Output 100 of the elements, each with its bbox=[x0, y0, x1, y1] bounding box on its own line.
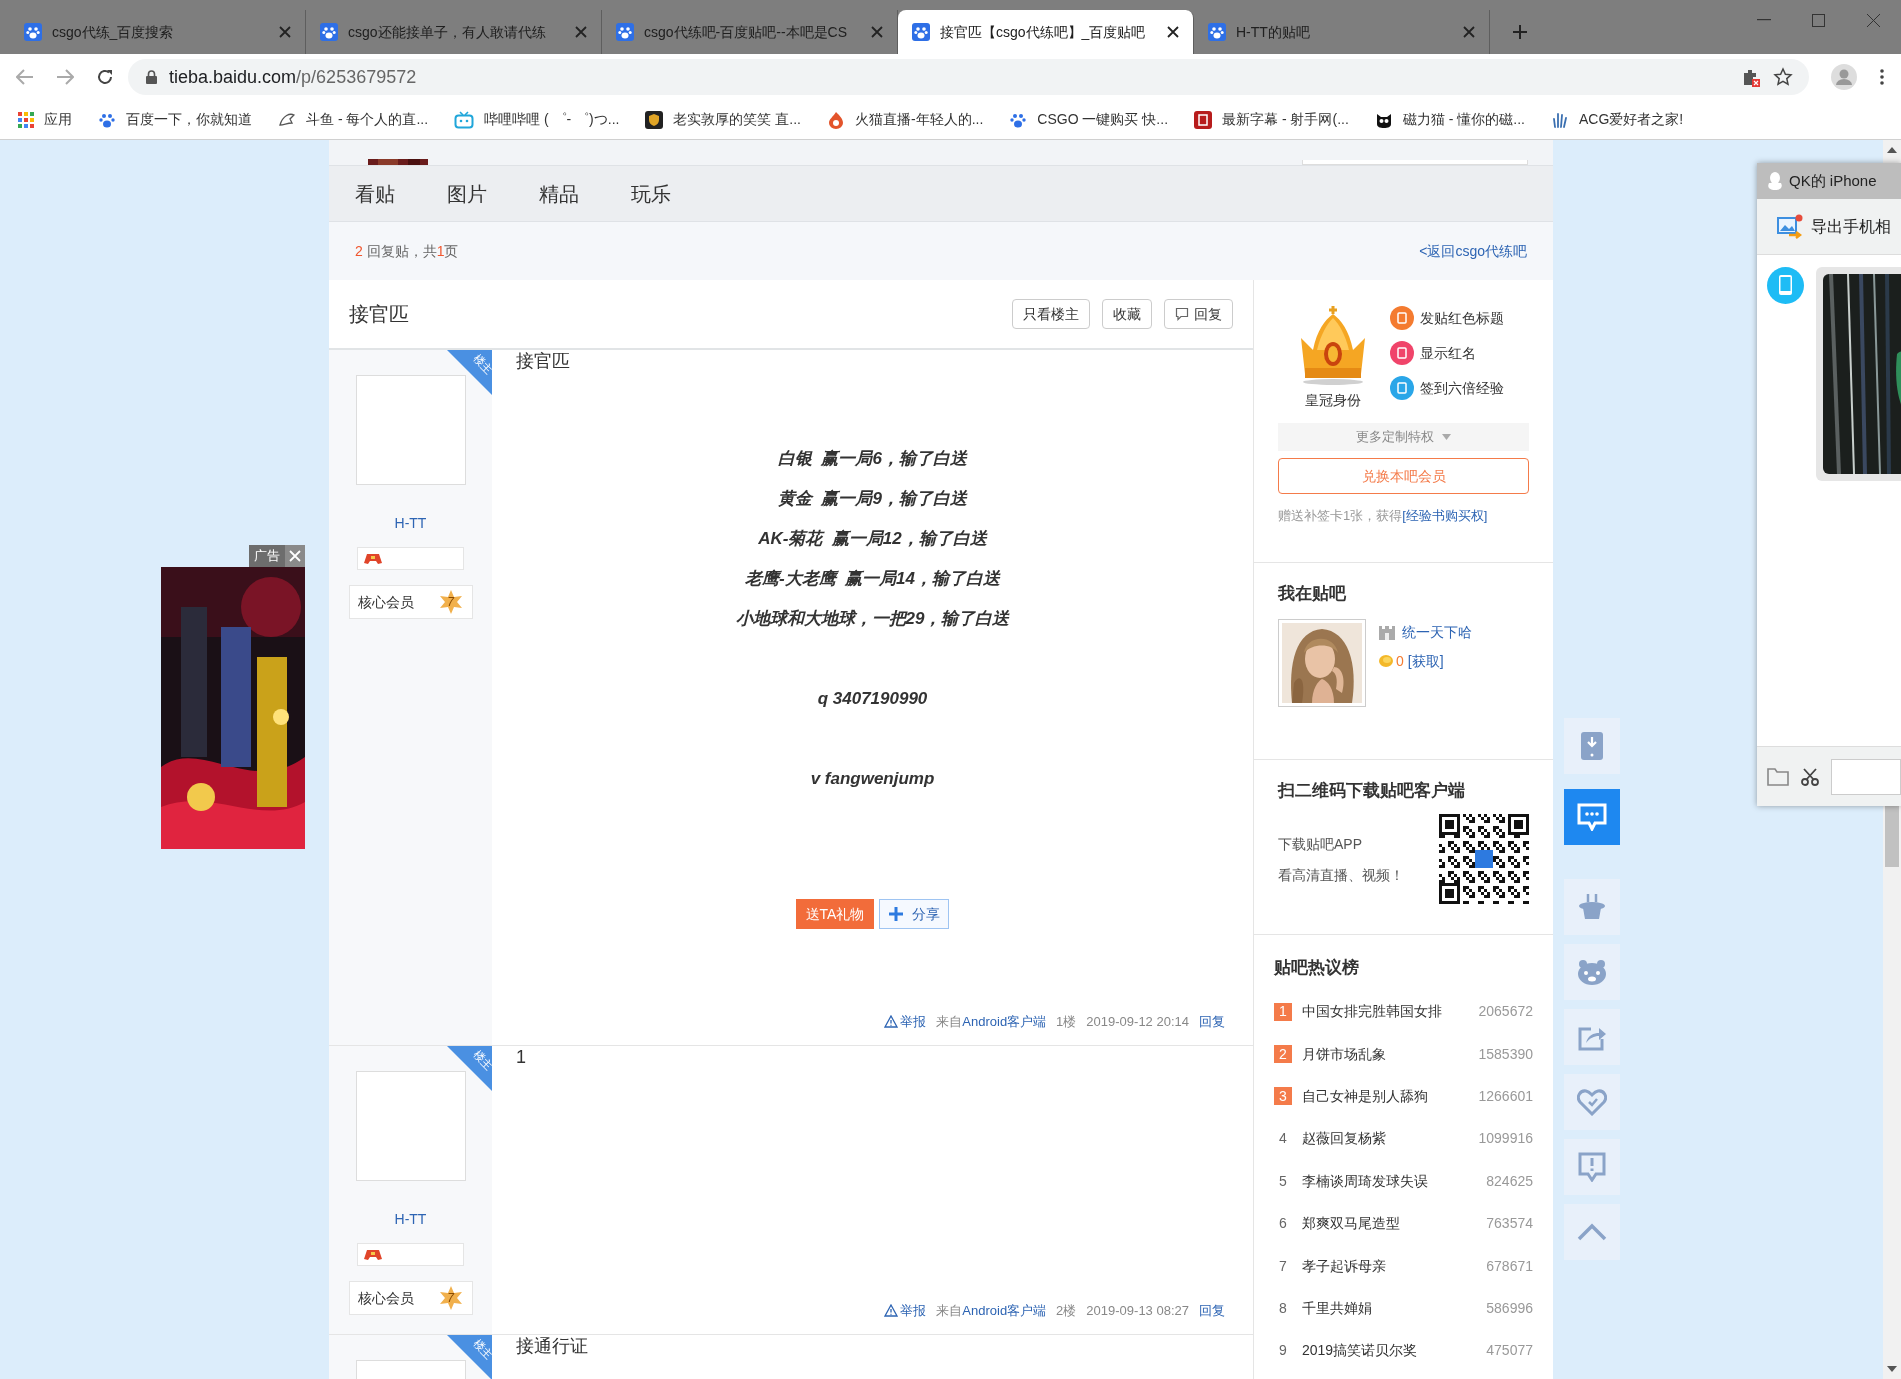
close-button[interactable] bbox=[285, 545, 305, 567]
hot-topic-link[interactable]: 孝子起诉母亲 bbox=[1302, 1255, 1386, 1277]
post-line: 黄金 赢一局9，输了白送 bbox=[778, 488, 967, 510]
bookmark[interactable]: 应用 bbox=[18, 109, 72, 130]
post-line: AK-菊花 赢一局12，输了白送 bbox=[758, 528, 987, 550]
alert-bubble-icon bbox=[1578, 1152, 1606, 1182]
bookmark[interactable]: 斗鱼 - 每个人的直... bbox=[278, 109, 429, 130]
apps-grid-icon bbox=[18, 111, 34, 128]
forward-icon[interactable] bbox=[56, 69, 74, 85]
forum-tab[interactable]: 看贴 bbox=[355, 178, 395, 209]
bookmark[interactable]: 磁力猫 - 懂你的磁... bbox=[1374, 109, 1525, 130]
forum-tab[interactable]: 精品 bbox=[539, 178, 579, 209]
bear-icon bbox=[1577, 959, 1607, 985]
message-input[interactable] bbox=[1831, 758, 1901, 795]
lock-icon bbox=[146, 70, 157, 84]
hot-count: 475077 bbox=[1486, 1341, 1533, 1361]
bookmark[interactable]: CSGO 一键购买 快... bbox=[1009, 109, 1169, 130]
scrollbar[interactable] bbox=[1883, 806, 1901, 1379]
bookmark[interactable]: 哔哩哔哩 ( ゜- ゜)つ... bbox=[454, 109, 620, 130]
warning-icon bbox=[884, 1303, 899, 1317]
message-icon bbox=[1390, 341, 1414, 365]
penguin-icon bbox=[1767, 171, 1783, 191]
sidebar-tool-button[interactable] bbox=[1564, 1074, 1620, 1130]
hot-topic-link[interactable]: 中国女排完胜韩国女排 bbox=[1302, 1001, 1442, 1023]
bookmark[interactable]: 老实敦厚的笑笑 直... bbox=[645, 109, 801, 130]
post-line: v fangwenjump bbox=[810, 768, 935, 790]
rank-number: 8 bbox=[1278, 1299, 1288, 1318]
hot-count: 763574 bbox=[1486, 1214, 1533, 1234]
sidebar-tool-button[interactable] bbox=[1564, 718, 1620, 774]
reload-icon[interactable] bbox=[96, 68, 114, 86]
back-link[interactable]: <返回csgo代练吧 bbox=[1419, 240, 1527, 262]
hot-topic-link[interactable]: 赵薇回复杨紫 bbox=[1302, 1128, 1386, 1150]
star-icon[interactable] bbox=[1773, 67, 1793, 87]
search-field[interactable] bbox=[1302, 160, 1528, 165]
rank-number: 5 bbox=[1278, 1172, 1288, 1191]
menu-icon[interactable] bbox=[1879, 68, 1885, 86]
report-link[interactable]: 举报 bbox=[884, 1011, 927, 1031]
forum-tab[interactable]: 玩乐 bbox=[631, 178, 671, 209]
hot-count: 1585390 bbox=[1478, 1044, 1533, 1064]
report-link[interactable]: 举报 bbox=[884, 1300, 927, 1320]
bookmark[interactable]: ACG爱好者之家! bbox=[1550, 109, 1684, 130]
app-promo-text: 看高清直播、视频！ bbox=[1278, 865, 1404, 885]
back-icon[interactable] bbox=[16, 69, 34, 85]
toolbar-button[interactable]: 回复 bbox=[1164, 299, 1233, 329]
heart-icon bbox=[1577, 1088, 1607, 1116]
reply-link[interactable]: 回复 bbox=[1199, 1300, 1225, 1320]
chat-icon bbox=[1577, 803, 1607, 831]
post-line: 老鹰-大老鹰 赢一局14，输了白送 bbox=[744, 568, 1000, 590]
new-tab-button[interactable] bbox=[1512, 24, 1528, 40]
sidebar-tool-button[interactable] bbox=[1564, 1139, 1620, 1195]
author-name[interactable]: H-TT bbox=[394, 1211, 427, 1227]
section-title: 贴吧热议榜 bbox=[1274, 957, 1360, 979]
scroll-down-icon[interactable] bbox=[1887, 1366, 1897, 1372]
sidebar-tool-button[interactable] bbox=[1564, 944, 1620, 1000]
toolbar-button[interactable]: 收藏 bbox=[1102, 299, 1152, 329]
hot-topic-link[interactable]: 郑爽双马尾造型 bbox=[1302, 1213, 1400, 1235]
forum-link[interactable]: 统一天下哈 bbox=[1402, 621, 1472, 643]
sidebar-tool-button[interactable] bbox=[1564, 1009, 1620, 1065]
reply-link[interactable]: 回复 bbox=[1199, 1011, 1225, 1031]
hand-icon bbox=[1550, 110, 1569, 129]
shield-icon bbox=[645, 110, 664, 129]
close-icon[interactable] bbox=[1167, 26, 1179, 38]
rank-number: 4 bbox=[1278, 1129, 1288, 1148]
forum-tab[interactable]: 图片 bbox=[447, 178, 487, 209]
hot-topic-link[interactable]: 李楠谈周琦发球失误 bbox=[1302, 1170, 1428, 1192]
post-source: 来自Android客户端 bbox=[936, 1012, 1047, 1031]
folder-icon[interactable] bbox=[1767, 767, 1789, 786]
bookmark[interactable]: 最新字幕 - 射手网(... bbox=[1194, 109, 1349, 130]
export-photo-icon bbox=[1777, 213, 1803, 240]
bookmark[interactable]: 火猫直播-年轻人的... bbox=[827, 109, 984, 130]
hot-topic-link[interactable]: 2019搞笑诺贝尔奖 bbox=[1302, 1340, 1418, 1362]
minimize-icon[interactable] bbox=[1756, 19, 1771, 21]
sidebar-tool-button[interactable] bbox=[1564, 879, 1620, 935]
purchase-link[interactable]: [经验书购买权] bbox=[1402, 508, 1488, 523]
share-button[interactable]: 分享 bbox=[879, 899, 950, 929]
browser-tab[interactable]: 接官匹【csgo代练吧】_百度贴吧 bbox=[898, 10, 1194, 54]
hot-topic-link[interactable]: 月饼市场乱象 bbox=[1302, 1043, 1386, 1065]
hot-topic-link[interactable]: 自己女神是别人舔狗 bbox=[1302, 1085, 1428, 1107]
perk-label: 签到六倍经验 bbox=[1420, 378, 1504, 398]
magic-hat-icon bbox=[1577, 892, 1607, 922]
hot-count: 824625 bbox=[1486, 1171, 1533, 1191]
sidebar-tool-button[interactable] bbox=[1564, 1204, 1620, 1260]
address-bar[interactable]: tieba.baidu.com/p/6253679572 bbox=[128, 59, 1809, 95]
reply-count: 2 回复贴，共1页 bbox=[355, 241, 459, 261]
window-title: QK的 iPhone bbox=[1789, 170, 1877, 191]
hot-topic-link[interactable]: 千里共婵娟 bbox=[1302, 1297, 1372, 1319]
profile-icon[interactable] bbox=[1831, 64, 1857, 90]
get-link[interactable]: [获取] bbox=[1407, 650, 1444, 672]
toolbar-button[interactable]: 只看楼主 bbox=[1012, 299, 1090, 329]
rank-number: 2 bbox=[1274, 1045, 1292, 1064]
coin-icon bbox=[1378, 653, 1394, 669]
bookmark[interactable]: 百度一下，你就知道 bbox=[98, 109, 252, 130]
scroll-thumb[interactable] bbox=[1885, 806, 1899, 867]
scissors-icon[interactable] bbox=[1801, 767, 1819, 786]
post-source: 来自Android客户端 bbox=[936, 1301, 1047, 1320]
maximize-icon[interactable] bbox=[1812, 13, 1825, 27]
scroll-up-icon[interactable] bbox=[1887, 147, 1897, 153]
author-name[interactable]: H-TT bbox=[394, 515, 427, 531]
sidebar-tool-button[interactable] bbox=[1564, 789, 1620, 845]
puzzle-icon[interactable] bbox=[1741, 67, 1761, 87]
